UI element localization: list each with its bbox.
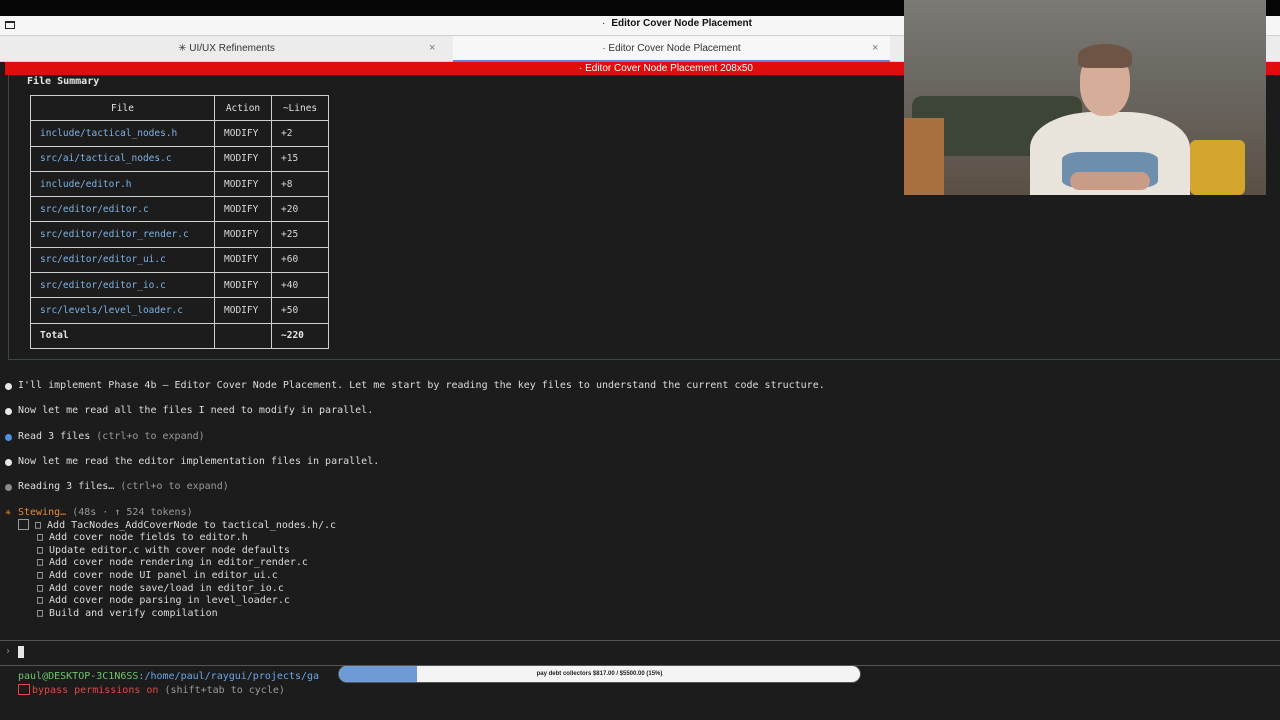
permissions-hint: (shift+tab to cycle): [164, 685, 285, 696]
bullet-icon: [5, 434, 12, 441]
file-cell: include/tactical_nodes.h: [30, 120, 215, 147]
action-cell: MODIFY: [214, 120, 272, 147]
lines-cell: +15: [271, 145, 329, 172]
file-summary-title: File Summary: [27, 76, 100, 87]
todo-item: □ Add cover node rendering in editor_ren…: [37, 557, 308, 568]
terminal-title: · Editor Cover Node Placement 208x50: [579, 63, 753, 74]
status-user: paul@DESKTOP-3C1N6SS: [18, 671, 139, 682]
close-icon[interactable]: ×: [429, 36, 435, 61]
todo-item: □ Add cover node fields to editor.h: [37, 532, 248, 543]
total-action-cell: [214, 322, 272, 349]
total-label: Total: [30, 322, 215, 349]
permissions-icon: [18, 684, 30, 695]
action-cell: MODIFY: [214, 221, 272, 248]
todo-text: □ Add cover node save/load in editor_io.…: [37, 583, 284, 594]
tab-label: ✳ UI/UX Refinements: [178, 43, 275, 54]
table-row: include/tactical_nodes.h MODIFY +2: [30, 120, 329, 147]
file-cell: src/editor/editor_render.c: [30, 221, 215, 248]
lines-cell: +50: [271, 297, 329, 324]
todo-text: □ Update editor.c with cover node defaul…: [37, 545, 290, 556]
todo-text: □ Add cover node parsing in level_loader…: [37, 595, 290, 606]
table-row: src/editor/editor_io.c MODIFY +40: [30, 272, 329, 299]
file-cell: src/editor/editor_io.c: [30, 272, 215, 299]
tool-call-text: Read 3 files: [18, 431, 91, 442]
table-row: src/editor/editor_render.c MODIFY +25: [30, 221, 329, 248]
asterisk-icon: ✳: [5, 507, 12, 518]
tool-call-text: Reading 3 files…: [18, 481, 115, 492]
bullet-icon: [5, 459, 12, 466]
activity-label: Stewing…: [18, 507, 67, 518]
file-cell: include/editor.h: [30, 170, 215, 198]
close-icon[interactable]: ×: [872, 36, 878, 61]
lines-cell: +40: [271, 272, 329, 299]
message-text: Now let me read the editor implementatio…: [18, 456, 380, 467]
shelf-shape: [904, 118, 944, 195]
file-summary-table: File Action ~Lines include/tactical_node…: [30, 94, 329, 349]
message-text: I'll implement Phase 4b — Editor Cover N…: [18, 380, 825, 391]
prompt-input[interactable]: [18, 646, 24, 658]
webcam-overlay: [904, 0, 1266, 195]
action-cell: MODIFY: [214, 272, 272, 299]
tab-label: · Editor Cover Node Placement: [602, 43, 741, 54]
prompt-caret-icon: ›: [5, 646, 12, 657]
todo-text: □ Add TacNodes_AddCoverNode to tactical_…: [35, 520, 337, 531]
todo-item: □ Add cover node parsing in level_loader…: [37, 595, 290, 606]
goal-progress-bar: pay debt collectors $817.00 / $5500.00 (…: [338, 665, 861, 683]
expand-hint: (ctrl+o to expand): [96, 431, 205, 442]
tab-editor-cover-node-placement[interactable]: · Editor Cover Node Placement ×: [453, 36, 890, 62]
lines-cell: +2: [271, 120, 329, 147]
permissions-line[interactable]: bypass permissions on (shift+tab to cycl…: [18, 684, 285, 696]
table-total-row: Total ~220: [30, 322, 329, 349]
todo-text: □ Add cover node fields to editor.h: [37, 532, 248, 543]
file-cell: src/editor/editor.c: [30, 196, 215, 223]
action-cell: MODIFY: [214, 145, 272, 172]
todo-item: □ Update editor.c with cover node defaul…: [37, 545, 290, 556]
permissions-label: bypass permissions on: [32, 685, 159, 696]
action-cell: MODIFY: [214, 297, 272, 324]
expand-hint: (ctrl+o to expand): [120, 481, 229, 492]
activity-meta: (48s · ↑ 524 tokens): [72, 507, 193, 518]
todo-item: □ Add cover node save/load in editor_io.…: [37, 583, 284, 594]
bullet-icon: [5, 484, 12, 491]
table-row: src/editor/editor.c MODIFY +20: [30, 196, 329, 223]
tab-ui-ux-refinements[interactable]: ✳ UI/UX Refinements ×: [8, 36, 445, 62]
bullet-icon: [5, 408, 12, 415]
goal-progress-label: pay debt collectors $817.00 / $5500.00 (…: [536, 671, 663, 677]
todo-text: □ Add cover node UI panel in editor_ui.c: [37, 570, 278, 581]
lines-cell: +20: [271, 196, 329, 223]
prompt-divider-top: [0, 640, 1280, 641]
action-cell: MODIFY: [214, 196, 272, 223]
todo-item: □ Build and verify compilation: [37, 608, 218, 619]
file-cell: src/levels/level_loader.c: [30, 297, 215, 324]
todo-item: □ Add cover node UI panel in editor_ui.c: [37, 570, 278, 581]
column-header-lines: ~Lines: [271, 94, 329, 122]
bullet-icon: [5, 383, 12, 390]
message-text: Now let me read all the files I need to …: [18, 405, 374, 416]
lines-cell: +60: [271, 246, 329, 274]
todo-list-icon: [18, 519, 29, 530]
lines-cell: +25: [271, 221, 329, 248]
total-lines: ~220: [271, 322, 329, 349]
file-cell: src/editor/editor_ui.c: [30, 246, 215, 274]
lines-cell: +8: [271, 170, 329, 198]
todo-text: □ Build and verify compilation: [37, 608, 218, 619]
file-cell: src/ai/tactical_nodes.c: [30, 145, 215, 172]
window-title-text: Editor Cover Node Placement: [611, 18, 752, 29]
table-row: src/levels/level_loader.c MODIFY +50: [30, 297, 329, 324]
action-cell: MODIFY: [214, 170, 272, 198]
person-hands: [1070, 172, 1150, 190]
person-hair: [1078, 44, 1132, 68]
action-cell: MODIFY: [214, 246, 272, 274]
status-line: paul@DESKTOP-3C1N6SS:/home/paul/raygui/p…: [18, 671, 319, 682]
column-header-file: File: [30, 94, 215, 122]
column-header-action: Action: [214, 94, 272, 122]
table-row: include/editor.h MODIFY +8: [30, 170, 329, 198]
table-row: src/editor/editor_ui.c MODIFY +60: [30, 246, 329, 274]
table-header-row: File Action ~Lines: [30, 94, 329, 122]
todo-text: □ Add cover node rendering in editor_ren…: [37, 557, 308, 568]
cushion-shape: [1190, 140, 1245, 195]
todo-item: □ Add TacNodes_AddCoverNode to tactical_…: [18, 519, 336, 531]
table-row: src/ai/tactical_nodes.c MODIFY +15: [30, 145, 329, 172]
status-path: :/home/paul/raygui/projects/ga: [138, 671, 320, 682]
